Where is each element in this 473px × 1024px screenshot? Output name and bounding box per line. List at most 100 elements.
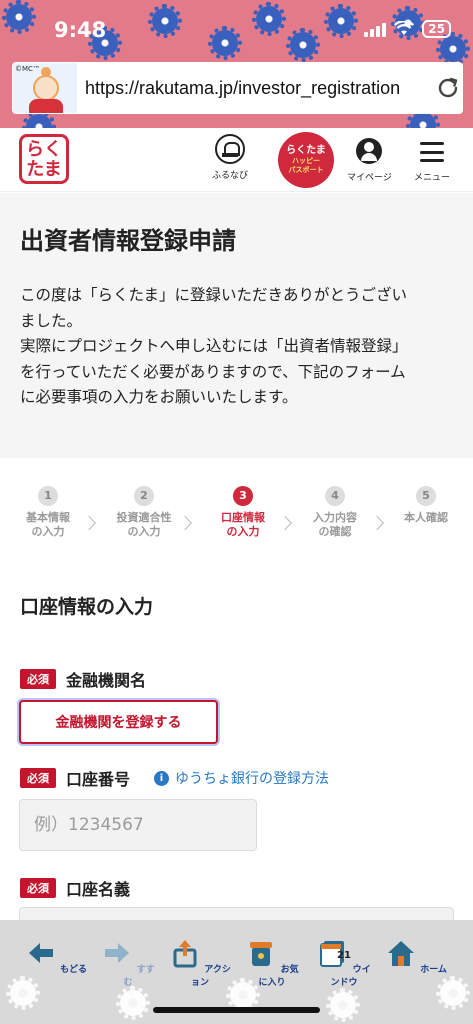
step-number: 2 — [134, 486, 154, 506]
happy-passport-badge: らくたま ハッピー パスポート — [278, 132, 334, 188]
wallpaper-flower — [116, 986, 150, 1020]
site-header: らく たま ふるなび らくたま ハッピー パスポート マイページ メニュー — [0, 128, 473, 192]
favorites-label: お気に入り — [258, 965, 299, 988]
step-label: 入力内容 — [313, 511, 357, 524]
logo-text-line1: らく — [26, 139, 62, 160]
bank-field-label: 必須 金融機関名 — [20, 667, 146, 691]
window-button[interactable]: ウインドウ — [313, 938, 375, 988]
step-label: の入力 — [31, 525, 65, 538]
account-number-field-label: 必須 口座番号 i ゆうちょ銀行の登録方法 — [20, 766, 329, 790]
signal-icon — [364, 21, 387, 37]
yucho-help-text: ゆうちょ銀行の登録方法 — [175, 771, 330, 787]
battery-icon: 25 — [422, 20, 451, 38]
passport-line2: ハッピー — [292, 157, 320, 165]
window-count: 21 — [337, 950, 351, 961]
furunavi-icon — [215, 134, 245, 164]
action-button[interactable]: アクション — [169, 938, 231, 988]
home-label: ホーム — [420, 965, 447, 975]
step-number: 4 — [325, 486, 345, 506]
back-button[interactable]: もどる — [25, 938, 87, 975]
wallpaper-flower — [22, 110, 56, 128]
home-indicator[interactable] — [153, 1007, 320, 1013]
menu-button[interactable]: メニュー — [414, 134, 450, 183]
browser-chrome: 9:48 25 ©MC™ https://rakutama.jp/investo… — [0, 0, 473, 128]
step-label: の入力 — [226, 525, 260, 538]
step-label: 口座情報 — [221, 511, 265, 524]
action-label: アクション — [190, 965, 231, 988]
wallpaper-flower — [436, 32, 470, 66]
wallpaper-flower — [324, 4, 358, 38]
wallpaper-flower — [436, 976, 470, 1010]
furunavi-link[interactable]: ふるなび — [212, 134, 248, 181]
forward-label: すすむ — [123, 965, 155, 988]
step-suitability: 2 投資適合性 の入力 — [106, 486, 182, 539]
user-icon — [356, 138, 383, 164]
step-basic-info: 1 基本情報 の入力 — [10, 486, 86, 539]
step-label: 投資適合性 — [116, 511, 172, 524]
back-arrow-icon — [29, 943, 54, 963]
reload-icon[interactable] — [435, 75, 461, 101]
register-bank-button[interactable]: 金融機関を登録する — [19, 700, 218, 744]
step-account-info: 3 口座情報 の入力 — [205, 486, 281, 539]
step-number: 3 — [233, 486, 253, 506]
logo-text-line2: たま — [26, 159, 62, 180]
yucho-help-link[interactable]: i ゆうちょ銀行の登録方法 — [154, 768, 329, 788]
progress-stepper: 1 基本情報 の入力 2 投資適合性 の入力 3 口座情報 の入力 4 入力内容… — [0, 486, 473, 546]
status-icons: 25 — [364, 20, 451, 38]
happy-passport-link[interactable]: らくたま ハッピー パスポート — [278, 132, 334, 188]
intro-line: この度は「らくたま」に登録いただきありがとうござい — [20, 286, 408, 304]
passport-line1: らくたま — [286, 145, 326, 156]
intro-text: この度は「らくたま」に登録いただきありがとうござい ました。 実際にプロジェクト… — [20, 283, 460, 411]
step-label: の入力 — [127, 525, 161, 538]
intro-line: 実際にプロジェクトへ申し込むには「出資者情報登録」 — [20, 337, 408, 355]
wallpaper-flower — [286, 28, 320, 62]
intro-line: を行っていただく必要がありますので、下記のフォーム — [20, 362, 406, 381]
step-label: の確認 — [318, 525, 352, 538]
step-label: 基本情報 — [26, 511, 70, 524]
forward-arrow-icon — [105, 943, 130, 963]
home-icon — [388, 941, 415, 966]
mypage-label: マイページ — [347, 173, 392, 183]
step-number: 5 — [416, 486, 436, 506]
home-button[interactable]: ホーム — [385, 938, 447, 975]
address-bar[interactable]: ©MC™ https://rakutama.jp/investor_regist… — [12, 62, 463, 114]
section-title: 口座情報の入力 — [20, 596, 154, 618]
jar-icon — [250, 942, 273, 966]
required-badge: 必須 — [20, 768, 56, 788]
wallpaper-flower — [2, 0, 36, 34]
wallpaper-flower — [208, 26, 242, 60]
account-name-label: 口座名義 — [66, 880, 131, 899]
back-label: もどる — [60, 965, 87, 975]
hamburger-icon — [420, 142, 444, 162]
step-number: 1 — [38, 486, 58, 506]
share-icon — [173, 940, 197, 968]
wallpaper-flower — [148, 4, 182, 38]
menu-label: メニュー — [414, 173, 451, 183]
bank-label: 金融機関名 — [66, 671, 147, 690]
rakutama-logo[interactable]: らく たま — [19, 134, 69, 184]
passport-line3: パスポート — [288, 166, 324, 174]
account-number-input[interactable] — [19, 799, 257, 851]
intro-section: 出資者情報登録申請 この度は「らくたま」に登録いただきありがとうござい ました。… — [0, 193, 473, 458]
mypage-link[interactable]: マイページ — [347, 134, 392, 183]
favorites-button[interactable]: お気に入り — [241, 938, 303, 988]
required-badge: 必須 — [20, 669, 56, 689]
wallpaper-flower — [406, 108, 440, 128]
step-label: 本人確認 — [404, 511, 448, 524]
step-confirm: 4 入力内容 の確認 — [297, 486, 373, 539]
intro-line: ました。 — [20, 311, 83, 330]
window-label: ウインドウ — [330, 965, 371, 988]
account-number-label: 口座番号 — [66, 770, 131, 789]
info-icon: i — [154, 770, 170, 786]
required-badge: 必須 — [20, 878, 56, 898]
wifi-icon — [394, 21, 415, 35]
url-text[interactable]: https://rakutama.jp/investor_registratio… — [85, 78, 425, 99]
favicon: ©MC™ — [13, 63, 77, 113]
step-identity: 5 本人確認 — [388, 486, 464, 525]
favicon-mark: ©MC™ — [15, 65, 40, 73]
forward-button[interactable]: すすむ — [97, 938, 159, 988]
wallpaper-flower — [252, 2, 286, 36]
page-title: 出資者情報登録申請 — [20, 227, 236, 255]
status-time: 9:48 — [54, 18, 107, 42]
wallpaper-flower — [6, 976, 40, 1010]
